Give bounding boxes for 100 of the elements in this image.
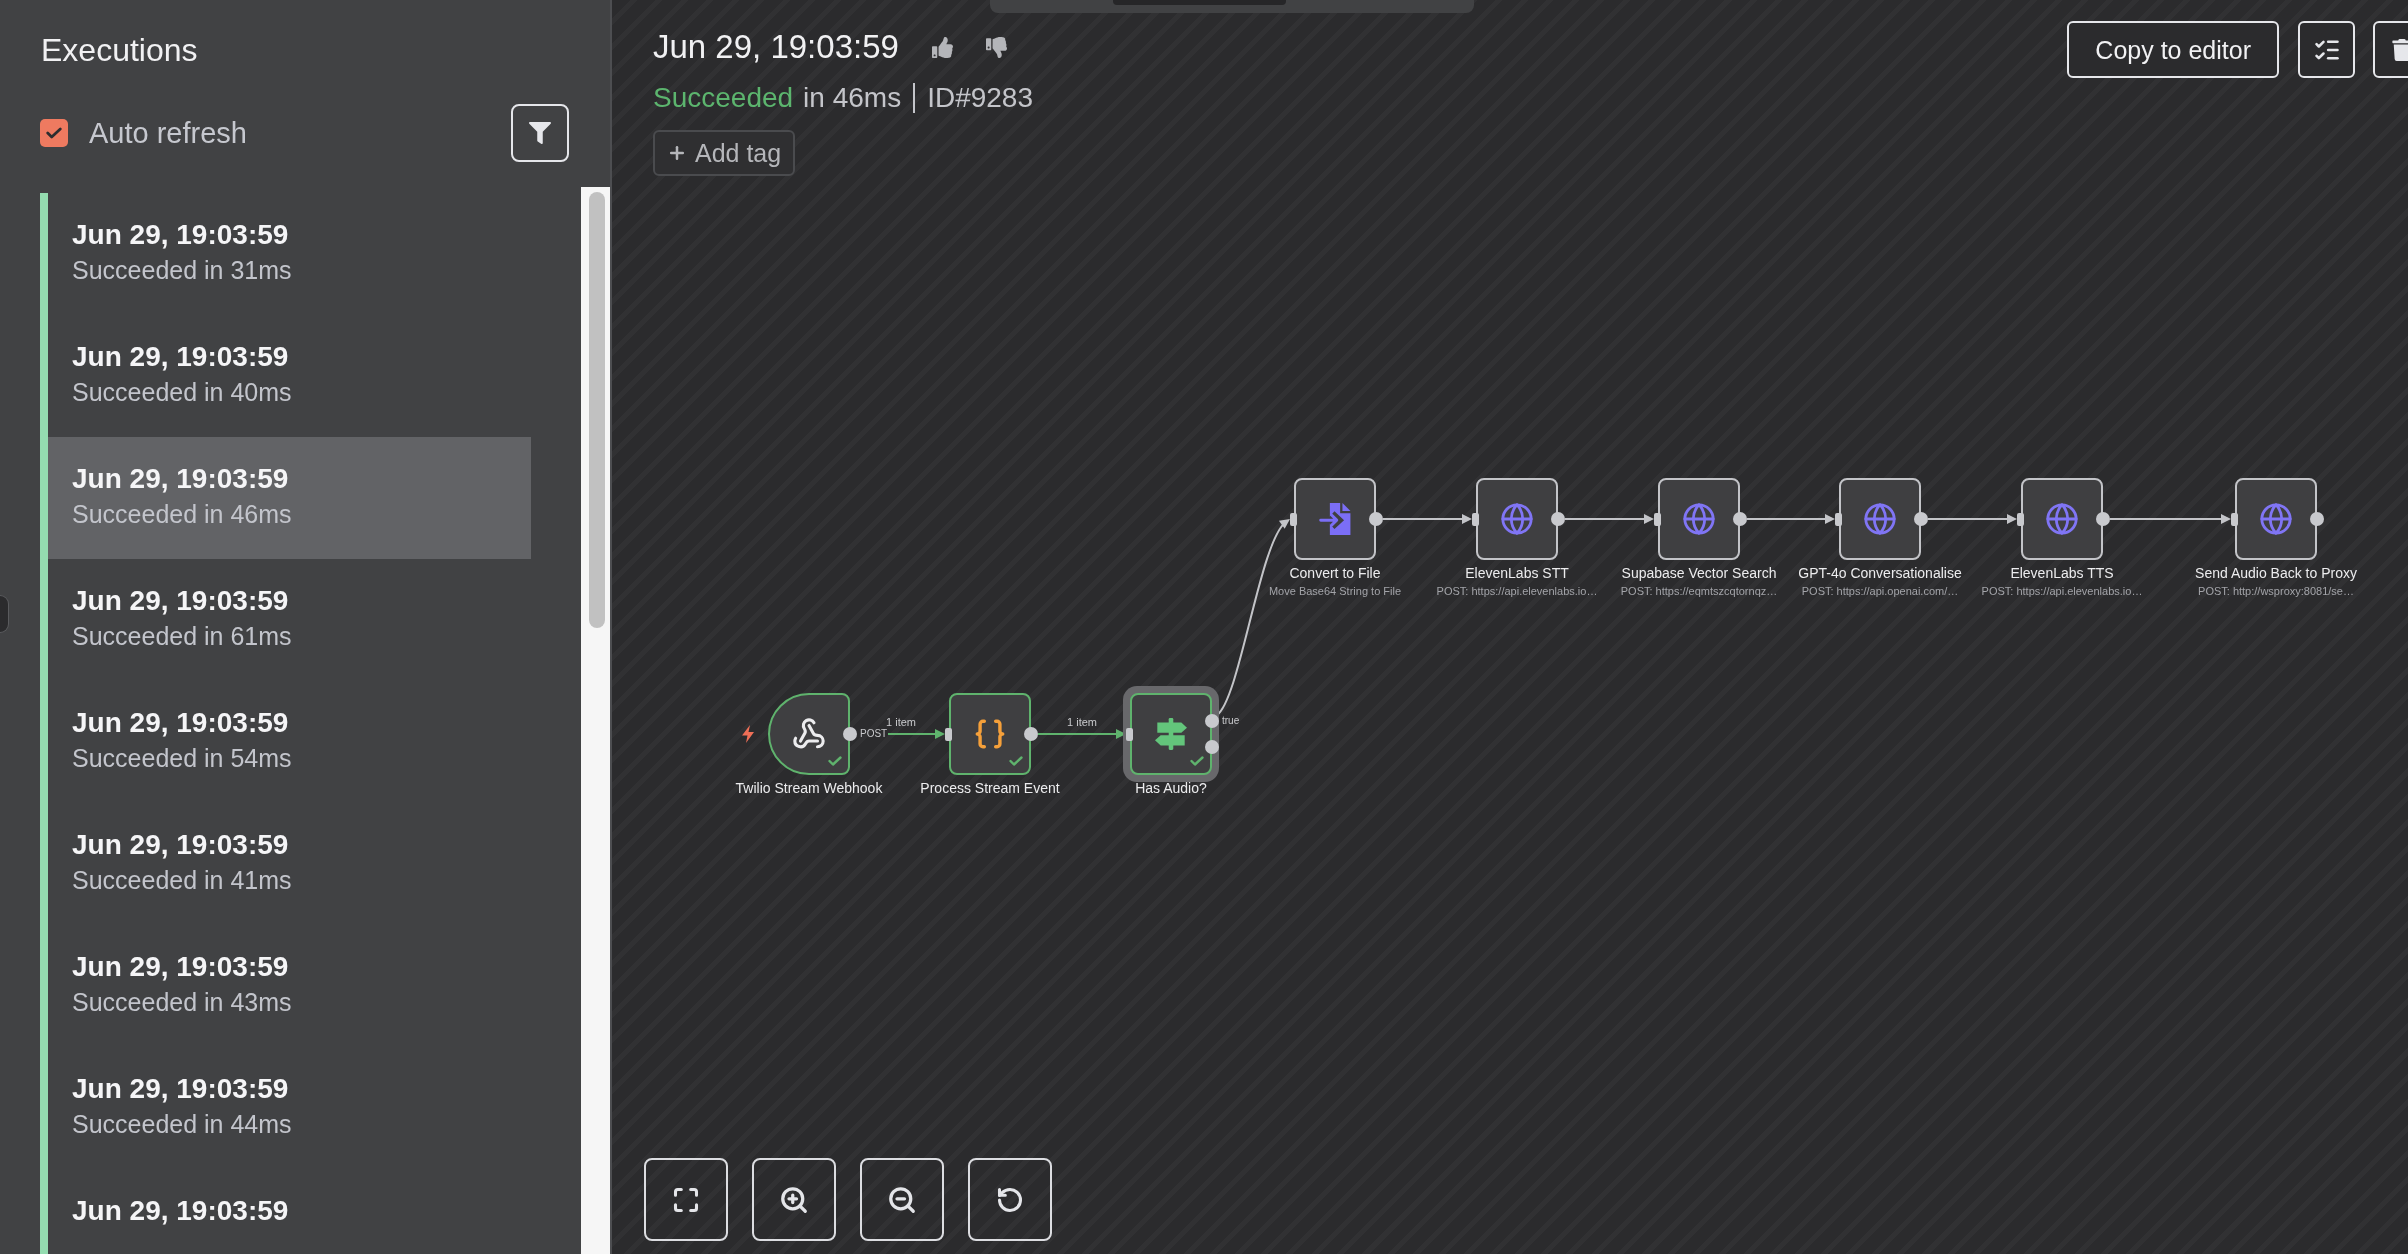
zoom-in-button[interactable]: [752, 1158, 836, 1241]
workflow-node[interactable]: [768, 693, 850, 775]
node-title: Twilio Stream Webhook: [735, 779, 883, 797]
auto-refresh-label: Auto refresh: [89, 116, 247, 150]
execution-status: Succeeded in 41ms: [72, 865, 292, 895]
corner-brackets-icon: [672, 1185, 700, 1214]
scrollbar-thumb[interactable]: [589, 192, 605, 628]
execution-status: Succeeded in 61ms: [72, 621, 292, 651]
node-title: ElevenLabs TTS: [2010, 564, 2114, 582]
execution-item[interactable]: Jun 29, 19:03:59 Succeeded in 46ms: [40, 437, 531, 559]
file-arrow-icon: [1319, 503, 1351, 535]
check-icon: [828, 756, 842, 766]
node-title: Send Audio Back to Proxy: [2195, 564, 2357, 582]
thumbs-down-icon[interactable]: [985, 36, 1007, 58]
execution-time: Jun 29, 19:03:59: [72, 218, 289, 252]
counterclockwise-arrow-icon: [996, 1185, 1024, 1214]
node-title: ElevenLabs STT: [1465, 564, 1569, 582]
execution-time: Jun 29, 19:03:59: [72, 584, 289, 618]
execution-status: Succeeded in 43ms: [72, 987, 292, 1017]
execution-status: Succeeded in 54ms: [72, 743, 292, 773]
output-handle[interactable]: [2310, 512, 2324, 526]
zoom-out-icon: [887, 1184, 917, 1215]
execution-status: Succeeded in 31ms: [72, 255, 292, 285]
globe-icon: [1500, 502, 1534, 536]
execution-status: Succeeded in 44ms: [72, 1109, 292, 1139]
filter-icon: [529, 122, 551, 144]
sidebar-title: Executions: [41, 31, 198, 69]
execution-status: Succeeded in 46ms: [72, 499, 292, 529]
output-handle[interactable]: [843, 727, 857, 741]
execution-time: Jun 29, 19:03:59: [72, 1072, 289, 1106]
input-handle[interactable]: [1126, 728, 1133, 741]
globe-icon: [2045, 502, 2079, 536]
workflow-node[interactable]: [1476, 478, 1558, 560]
execution-id: ID#9283: [927, 81, 1034, 115]
execution-time: Jun 29, 19:03:59: [72, 828, 289, 862]
workflow-node[interactable]: [1294, 478, 1376, 560]
edge-label: 1 item: [1067, 716, 1097, 729]
input-handle[interactable]: [2231, 513, 2238, 526]
node-subtitle: POST: http://wsproxy:8081/se…: [2198, 584, 2354, 598]
node-subtitle: POST: https://eqmtszcqtornqz…: [1620, 584, 1778, 598]
workflow-node[interactable]: [1658, 478, 1740, 560]
input-handle[interactable]: [2017, 513, 2024, 526]
node-subtitle: POST: https://api.openai.com/…: [1801, 584, 1959, 598]
input-handle[interactable]: [1835, 513, 1842, 526]
output-handle[interactable]: [1914, 512, 1928, 526]
thumbs-up-icon[interactable]: [931, 36, 953, 58]
globe-icon: [1682, 502, 1716, 536]
output-handle[interactable]: [1733, 512, 1747, 526]
workflow-node[interactable]: [1130, 693, 1212, 775]
filter-button[interactable]: [511, 104, 569, 162]
globe-icon: [1863, 502, 1897, 536]
trash-icon: [2391, 38, 2408, 61]
input-handle[interactable]: [1472, 513, 1479, 526]
output-label: true: [1222, 715, 1240, 727]
add-tag-button[interactable]: Add tag: [653, 130, 796, 176]
node-title: Convert to File: [1289, 564, 1381, 582]
execution-time: Jun 29, 19:03:59: [72, 706, 289, 740]
reset-zoom-button[interactable]: [968, 1158, 1052, 1241]
execution-time: Jun 29, 19:03:59: [72, 950, 289, 984]
fit-view-button[interactable]: [644, 1158, 728, 1241]
execution-time: Jun 29, 19:03:59: [72, 340, 289, 374]
webhook-icon: [792, 717, 826, 751]
workflow-node[interactable]: [1839, 478, 1921, 560]
node-subtitle: POST: https://api.elevenlabs.io…: [1981, 584, 2143, 598]
copy-to-editor-button[interactable]: Copy to editor: [2067, 21, 2279, 78]
output-handle[interactable]: [1369, 512, 1383, 526]
node-subtitle: Move Base64 String to File: [1268, 584, 1402, 598]
list-view-button[interactable]: [2298, 21, 2355, 78]
input-handle[interactable]: [1290, 513, 1297, 526]
zoom-in-icon: [779, 1184, 809, 1215]
workflow-node[interactable]: [2021, 478, 2103, 560]
input-handle[interactable]: [945, 728, 952, 741]
check-icon: [1190, 756, 1204, 766]
input-handle[interactable]: [1654, 513, 1661, 526]
execution-title: Jun 29, 19:03:59: [653, 27, 899, 67]
workflow-node[interactable]: [2235, 478, 2317, 560]
node-subtitle: POST: https://api.elevenlabs.io…: [1436, 584, 1598, 598]
execution-time: Jun 29, 19:03:59: [72, 1194, 289, 1228]
signpost-icon: [1155, 718, 1187, 750]
drag-handle[interactable]: [1113, 0, 1286, 5]
check-icon: [46, 127, 62, 139]
node-title: Process Stream Event: [920, 779, 1060, 797]
output-handle[interactable]: [2096, 512, 2110, 526]
duration-text: in 46ms: [803, 81, 902, 115]
edge-label: 1 item: [886, 716, 916, 729]
output-handle[interactable]: [1551, 512, 1565, 526]
zoom-out-button[interactable]: [860, 1158, 944, 1241]
output-handle[interactable]: [1024, 727, 1038, 741]
connection-arrow: [887, 729, 945, 739]
plus-icon: [667, 143, 687, 163]
check-icon: [1009, 756, 1023, 766]
collapse-handle[interactable]: [0, 595, 9, 633]
execution-status: Succeeded in 40ms: [72, 377, 292, 407]
braces-icon: [973, 717, 1007, 751]
node-title: GPT-4o Conversationalise: [1798, 564, 1962, 582]
workflow-node[interactable]: [949, 693, 1031, 775]
globe-icon: [2259, 502, 2293, 536]
auto-refresh-checkbox[interactable]: [40, 119, 68, 147]
node-title: Supabase Vector Search: [1621, 564, 1777, 582]
execution-time: Jun 29, 19:03:59: [72, 462, 289, 496]
